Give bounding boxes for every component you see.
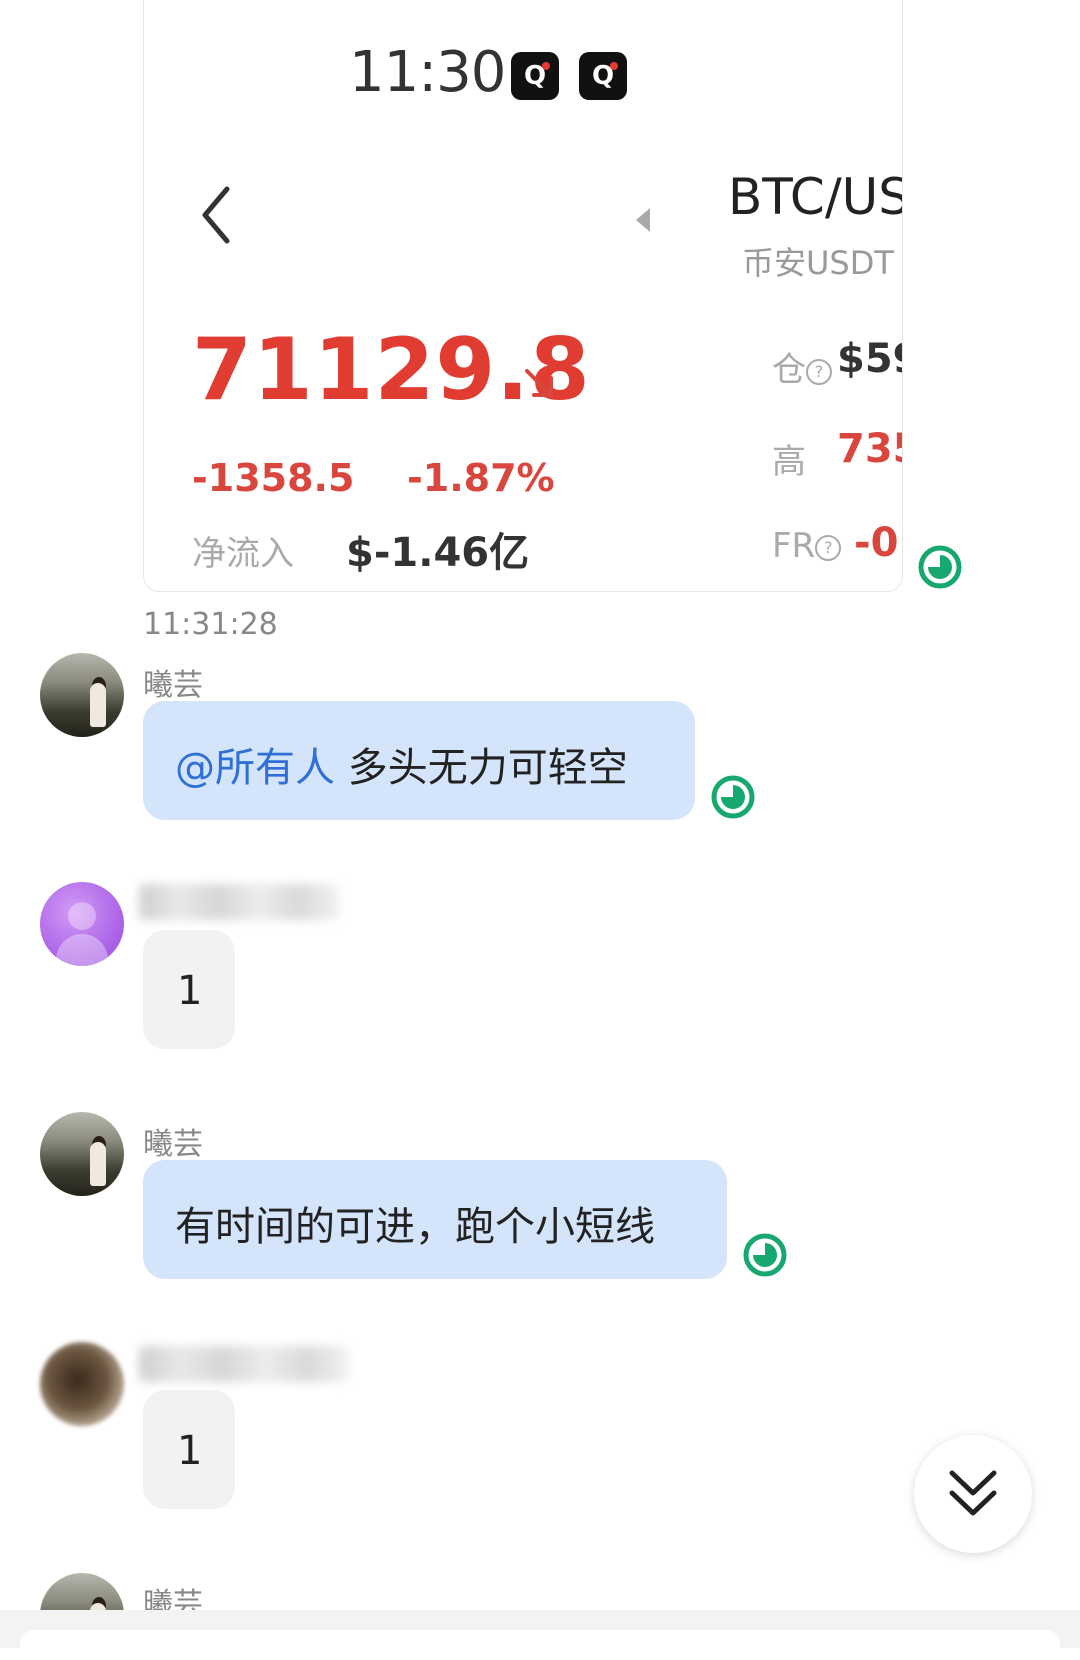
chevron-left-icon bbox=[202, 186, 230, 244]
trading-pair: BTC/US bbox=[728, 168, 903, 226]
message-text: 1 bbox=[177, 1428, 203, 1474]
status-bar-time: 11:30 bbox=[349, 40, 506, 105]
app-notification-icon: Q bbox=[579, 52, 627, 100]
message-bubble[interactable]: @所有人 多头无力可轻空 bbox=[143, 701, 695, 820]
funding-rate-label: FR? bbox=[772, 526, 842, 566]
shared-image-card[interactable]: 11:30 Q Q BTC/US 币安USDT 71129.8 -1358.5 … bbox=[143, 0, 903, 592]
triangle-left-icon bbox=[636, 208, 650, 232]
net-inflow-label: 净流入 bbox=[192, 534, 294, 574]
double-chevron-down-icon bbox=[949, 1470, 997, 1516]
sender-name-blurred bbox=[139, 884, 339, 920]
message-timestamp: 11:31:28 bbox=[143, 607, 278, 642]
avatar[interactable] bbox=[40, 653, 124, 737]
arrow-down-right-icon bbox=[525, 369, 553, 397]
price-change-percent: -1.87% bbox=[407, 456, 555, 500]
exchange-label: 币安USDT bbox=[742, 244, 894, 282]
clock-status-icon bbox=[918, 545, 962, 589]
high-label: 高 bbox=[772, 442, 806, 482]
app-notification-icon: Q bbox=[511, 52, 559, 100]
message-text: 多头无力可轻空 bbox=[335, 745, 628, 791]
high-value: 735 bbox=[837, 426, 902, 472]
sender-name: 曦芸 bbox=[143, 1127, 203, 1162]
message-bubble[interactable]: 有时间的可进，跑个小短线 bbox=[143, 1160, 727, 1279]
avatar[interactable] bbox=[40, 882, 124, 966]
scroll-to-bottom-button[interactable] bbox=[914, 1435, 1032, 1553]
net-inflow-value: $-1.46亿 bbox=[346, 530, 530, 576]
avatar[interactable] bbox=[40, 1112, 124, 1196]
message-text: 1 bbox=[177, 968, 203, 1014]
funding-rate-value: -0.0 bbox=[854, 520, 902, 566]
help-icon: ? bbox=[806, 358, 832, 385]
clock-status-icon bbox=[711, 775, 755, 819]
open-interest-value: $59 bbox=[837, 336, 902, 382]
price-change-absolute: -1358.5 bbox=[192, 456, 355, 500]
avatar[interactable] bbox=[40, 1342, 124, 1426]
message-text: 有时间的可进，跑个小短线 bbox=[175, 1204, 655, 1250]
message-bubble[interactable]: 1 bbox=[143, 930, 235, 1049]
help-icon: ? bbox=[815, 534, 842, 561]
clock-status-icon bbox=[743, 1233, 787, 1277]
message-input-area[interactable] bbox=[20, 1630, 1060, 1660]
message-bubble[interactable]: 1 bbox=[143, 1390, 235, 1509]
sender-name-blurred bbox=[139, 1346, 349, 1382]
mention-all[interactable]: @所有人 bbox=[175, 745, 335, 791]
sender-name: 曦芸 bbox=[143, 668, 203, 703]
open-interest-label: 仓? bbox=[772, 342, 832, 391]
